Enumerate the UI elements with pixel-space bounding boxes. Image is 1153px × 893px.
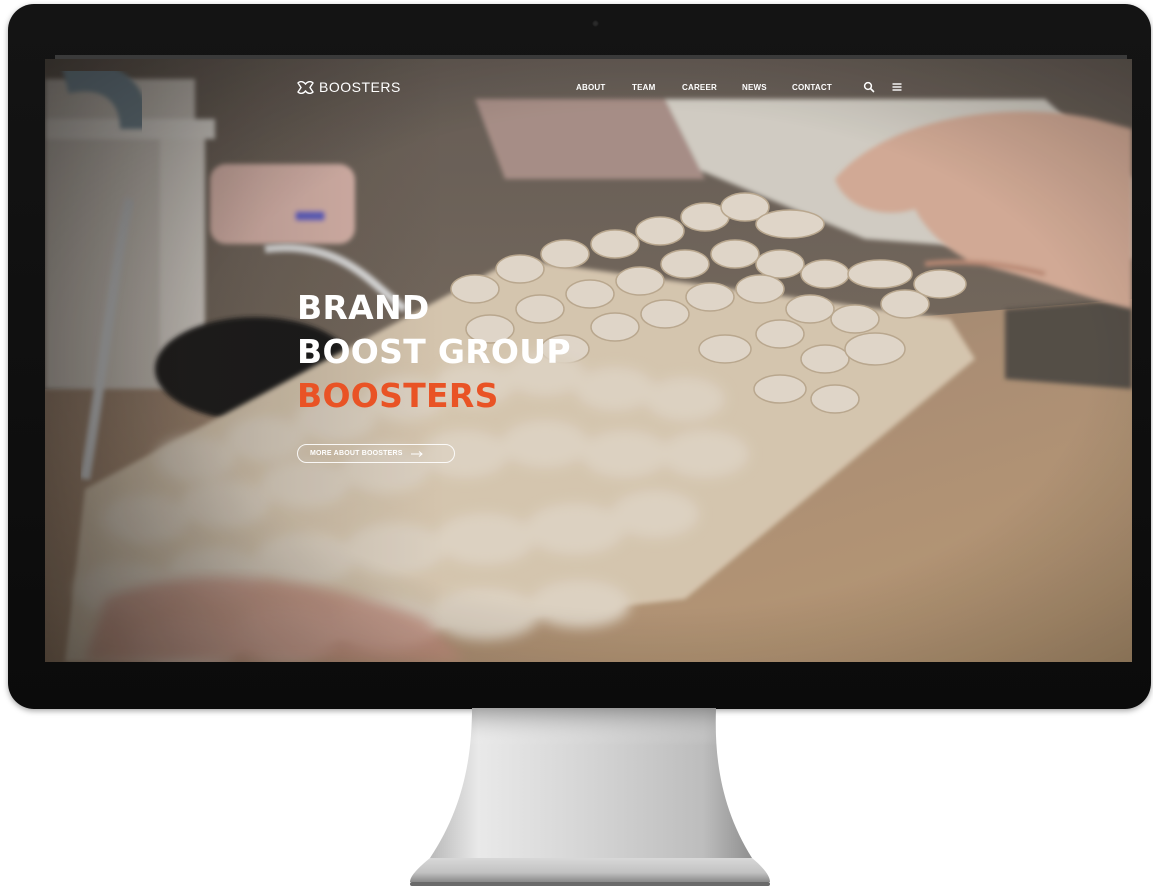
logo-text: BOOSTERS [319, 79, 401, 95]
more-about-button[interactable]: MORE ABOUT BOOSTERS [297, 444, 455, 463]
nav-item-news[interactable]: NEWS [742, 83, 767, 92]
hamburger-menu-icon[interactable] [891, 81, 903, 93]
nav-item-contact[interactable]: CONTACT [792, 83, 832, 92]
nav-item-team[interactable]: TEAM [632, 83, 655, 92]
hero-headline: BRAND BOOST GROUP BOOSTERS [297, 286, 571, 418]
boosters-logo-icon [297, 80, 314, 94]
search-icon[interactable] [863, 81, 875, 93]
headline-line-boost-group: BOOST GROUP [297, 332, 571, 371]
website-screen: BOOSTERS ABOUT TEAM CAREER NEWS CONTACT … [45, 59, 1132, 662]
arrow-right-icon [410, 450, 423, 457]
top-navigation: BOOSTERS ABOUT TEAM CAREER NEWS CONTACT [45, 59, 1132, 117]
hero-background-image [45, 59, 1132, 662]
site-logo[interactable]: BOOSTERS [297, 79, 401, 95]
more-about-button-label: MORE ABOUT BOOSTERS [310, 450, 403, 457]
webcam [592, 20, 599, 27]
headline-line-boosters: BOOSTERS [297, 376, 499, 415]
headline-line-brand: BRAND [297, 288, 430, 327]
nav-item-about[interactable]: ABOUT [576, 83, 605, 92]
nav-item-career[interactable]: CAREER [682, 83, 717, 92]
